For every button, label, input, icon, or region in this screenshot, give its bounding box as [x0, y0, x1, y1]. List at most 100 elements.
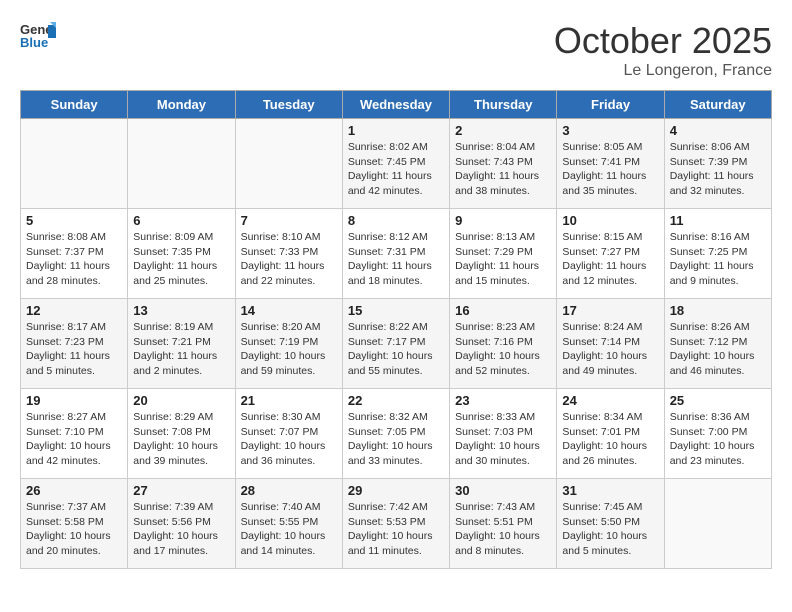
day-cell: 8 Sunrise: 8:12 AMSunset: 7:31 PMDaylight…	[342, 209, 449, 299]
day-info: Sunrise: 8:06 AMSunset: 7:39 PMDaylight:…	[670, 140, 766, 199]
day-info: Sunrise: 7:42 AMSunset: 5:53 PMDaylight:…	[348, 500, 444, 559]
day-header-friday: Friday	[557, 91, 664, 119]
day-header-sunday: Sunday	[21, 91, 128, 119]
day-number: 18	[670, 303, 766, 318]
day-info: Sunrise: 7:45 AMSunset: 5:50 PMDaylight:…	[562, 500, 658, 559]
day-header-tuesday: Tuesday	[235, 91, 342, 119]
day-info: Sunrise: 8:19 AMSunset: 7:21 PMDaylight:…	[133, 320, 229, 379]
day-cell: 24Sunrise: 8:34 AMSunset: 7:01 PMDayligh…	[557, 389, 664, 479]
day-number: 10	[562, 213, 658, 228]
day-info: Sunrise: 8:22 AMSunset: 7:17 PMDaylight:…	[348, 320, 444, 379]
day-cell: 6 Sunrise: 8:09 AMSunset: 7:35 PMDaylight…	[128, 209, 235, 299]
day-cell	[128, 119, 235, 209]
calendar-table: SundayMondayTuesdayWednesdayThursdayFrid…	[20, 90, 772, 569]
day-info: Sunrise: 8:04 AMSunset: 7:43 PMDaylight:…	[455, 140, 551, 199]
day-header-monday: Monday	[128, 91, 235, 119]
day-cell: 13 Sunrise: 8:19 AMSunset: 7:21 PMDayligh…	[128, 299, 235, 389]
day-info: Sunrise: 7:39 AMSunset: 5:56 PMDaylight:…	[133, 500, 229, 559]
day-cell: 17 Sunrise: 8:24 AMSunset: 7:14 PMDayligh…	[557, 299, 664, 389]
day-number: 4	[670, 123, 766, 138]
day-cell: 28 Sunrise: 7:40 AMSunset: 5:55 PMDayligh…	[235, 479, 342, 569]
day-number: 11	[670, 213, 766, 228]
day-cell: 1 Sunrise: 8:02 AMSunset: 7:45 PMDaylight…	[342, 119, 449, 209]
page-header: General Blue October 2025 Le Longeron, F…	[20, 20, 772, 80]
day-number: 28	[241, 483, 337, 498]
day-info: Sunrise: 8:20 AMSunset: 7:19 PMDaylight:…	[241, 320, 337, 379]
logo-icon: General Blue	[20, 20, 56, 50]
day-info: Sunrise: 7:37 AMSunset: 5:58 PMDaylight:…	[26, 500, 122, 559]
day-number: 8	[348, 213, 444, 228]
day-number: 15	[348, 303, 444, 318]
day-cell: 10Sunrise: 8:15 AMSunset: 7:27 PMDayligh…	[557, 209, 664, 299]
day-info: Sunrise: 8:09 AMSunset: 7:35 PMDaylight:…	[133, 230, 229, 289]
day-cell: 22 Sunrise: 8:32 AMSunset: 7:05 PMDayligh…	[342, 389, 449, 479]
day-info: Sunrise: 8:27 AMSunset: 7:10 PMDaylight:…	[26, 410, 122, 469]
day-cell: 15 Sunrise: 8:22 AMSunset: 7:17 PMDayligh…	[342, 299, 449, 389]
logo: General Blue	[20, 20, 56, 50]
day-info: Sunrise: 8:17 AMSunset: 7:23 PMDaylight:…	[26, 320, 122, 379]
day-number: 5	[26, 213, 122, 228]
week-row-3: 12Sunrise: 8:17 AMSunset: 7:23 PMDayligh…	[21, 299, 772, 389]
day-cell: 14 Sunrise: 8:20 AMSunset: 7:19 PMDayligh…	[235, 299, 342, 389]
day-info: Sunrise: 8:26 AMSunset: 7:12 PMDaylight:…	[670, 320, 766, 379]
day-number: 3	[562, 123, 658, 138]
month-title: October 2025	[554, 20, 772, 62]
svg-text:Blue: Blue	[20, 35, 48, 50]
day-info: Sunrise: 8:30 AMSunset: 7:07 PMDaylight:…	[241, 410, 337, 469]
day-number: 19	[26, 393, 122, 408]
day-number: 23	[455, 393, 551, 408]
day-number: 1	[348, 123, 444, 138]
title-area: October 2025 Le Longeron, France	[554, 20, 772, 80]
week-row-1: 1 Sunrise: 8:02 AMSunset: 7:45 PMDaylight…	[21, 119, 772, 209]
day-number: 27	[133, 483, 229, 498]
day-number: 14	[241, 303, 337, 318]
day-header-thursday: Thursday	[450, 91, 557, 119]
location-title: Le Longeron, France	[554, 62, 772, 80]
week-row-2: 5 Sunrise: 8:08 AMSunset: 7:37 PMDaylight…	[21, 209, 772, 299]
day-info: Sunrise: 8:24 AMSunset: 7:14 PMDaylight:…	[562, 320, 658, 379]
day-cell: 9Sunrise: 8:13 AMSunset: 7:29 PMDaylight…	[450, 209, 557, 299]
day-number: 17	[562, 303, 658, 318]
day-info: Sunrise: 8:32 AMSunset: 7:05 PMDaylight:…	[348, 410, 444, 469]
header-row: SundayMondayTuesdayWednesdayThursdayFrid…	[21, 91, 772, 119]
day-cell: 26 Sunrise: 7:37 AMSunset: 5:58 PMDayligh…	[21, 479, 128, 569]
day-header-saturday: Saturday	[664, 91, 771, 119]
day-number: 30	[455, 483, 551, 498]
day-info: Sunrise: 8:16 AMSunset: 7:25 PMDaylight:…	[670, 230, 766, 289]
day-number: 20	[133, 393, 229, 408]
day-cell	[235, 119, 342, 209]
day-info: Sunrise: 8:12 AMSunset: 7:31 PMDaylight:…	[348, 230, 444, 289]
day-number: 13	[133, 303, 229, 318]
day-cell: 21 Sunrise: 8:30 AMSunset: 7:07 PMDayligh…	[235, 389, 342, 479]
day-number: 9	[455, 213, 551, 228]
day-info: Sunrise: 8:02 AMSunset: 7:45 PMDaylight:…	[348, 140, 444, 199]
day-info: Sunrise: 8:33 AMSunset: 7:03 PMDaylight:…	[455, 410, 551, 469]
day-cell: 25 Sunrise: 8:36 AMSunset: 7:00 PMDayligh…	[664, 389, 771, 479]
day-cell	[21, 119, 128, 209]
day-number: 25	[670, 393, 766, 408]
day-cell: 30 Sunrise: 7:43 AMSunset: 5:51 PMDayligh…	[450, 479, 557, 569]
day-cell	[664, 479, 771, 569]
day-cell: 11 Sunrise: 8:16 AMSunset: 7:25 PMDayligh…	[664, 209, 771, 299]
day-cell: 12Sunrise: 8:17 AMSunset: 7:23 PMDayligh…	[21, 299, 128, 389]
day-cell: 23 Sunrise: 8:33 AMSunset: 7:03 PMDayligh…	[450, 389, 557, 479]
day-info: Sunrise: 7:40 AMSunset: 5:55 PMDaylight:…	[241, 500, 337, 559]
day-number: 21	[241, 393, 337, 408]
day-number: 6	[133, 213, 229, 228]
day-number: 16	[455, 303, 551, 318]
day-number: 26	[26, 483, 122, 498]
day-header-wednesday: Wednesday	[342, 91, 449, 119]
day-cell: 31Sunrise: 7:45 AMSunset: 5:50 PMDayligh…	[557, 479, 664, 569]
day-cell: 19 Sunrise: 8:27 AMSunset: 7:10 PMDayligh…	[21, 389, 128, 479]
day-info: Sunrise: 8:36 AMSunset: 7:00 PMDaylight:…	[670, 410, 766, 469]
day-cell: 20 Sunrise: 8:29 AMSunset: 7:08 PMDayligh…	[128, 389, 235, 479]
day-info: Sunrise: 7:43 AMSunset: 5:51 PMDaylight:…	[455, 500, 551, 559]
day-info: Sunrise: 8:29 AMSunset: 7:08 PMDaylight:…	[133, 410, 229, 469]
day-cell: 4 Sunrise: 8:06 AMSunset: 7:39 PMDaylight…	[664, 119, 771, 209]
day-number: 2	[455, 123, 551, 138]
day-info: Sunrise: 8:08 AMSunset: 7:37 PMDaylight:…	[26, 230, 122, 289]
day-info: Sunrise: 8:10 AMSunset: 7:33 PMDaylight:…	[241, 230, 337, 289]
week-row-5: 26 Sunrise: 7:37 AMSunset: 5:58 PMDayligh…	[21, 479, 772, 569]
day-number: 22	[348, 393, 444, 408]
day-cell: 16Sunrise: 8:23 AMSunset: 7:16 PMDayligh…	[450, 299, 557, 389]
